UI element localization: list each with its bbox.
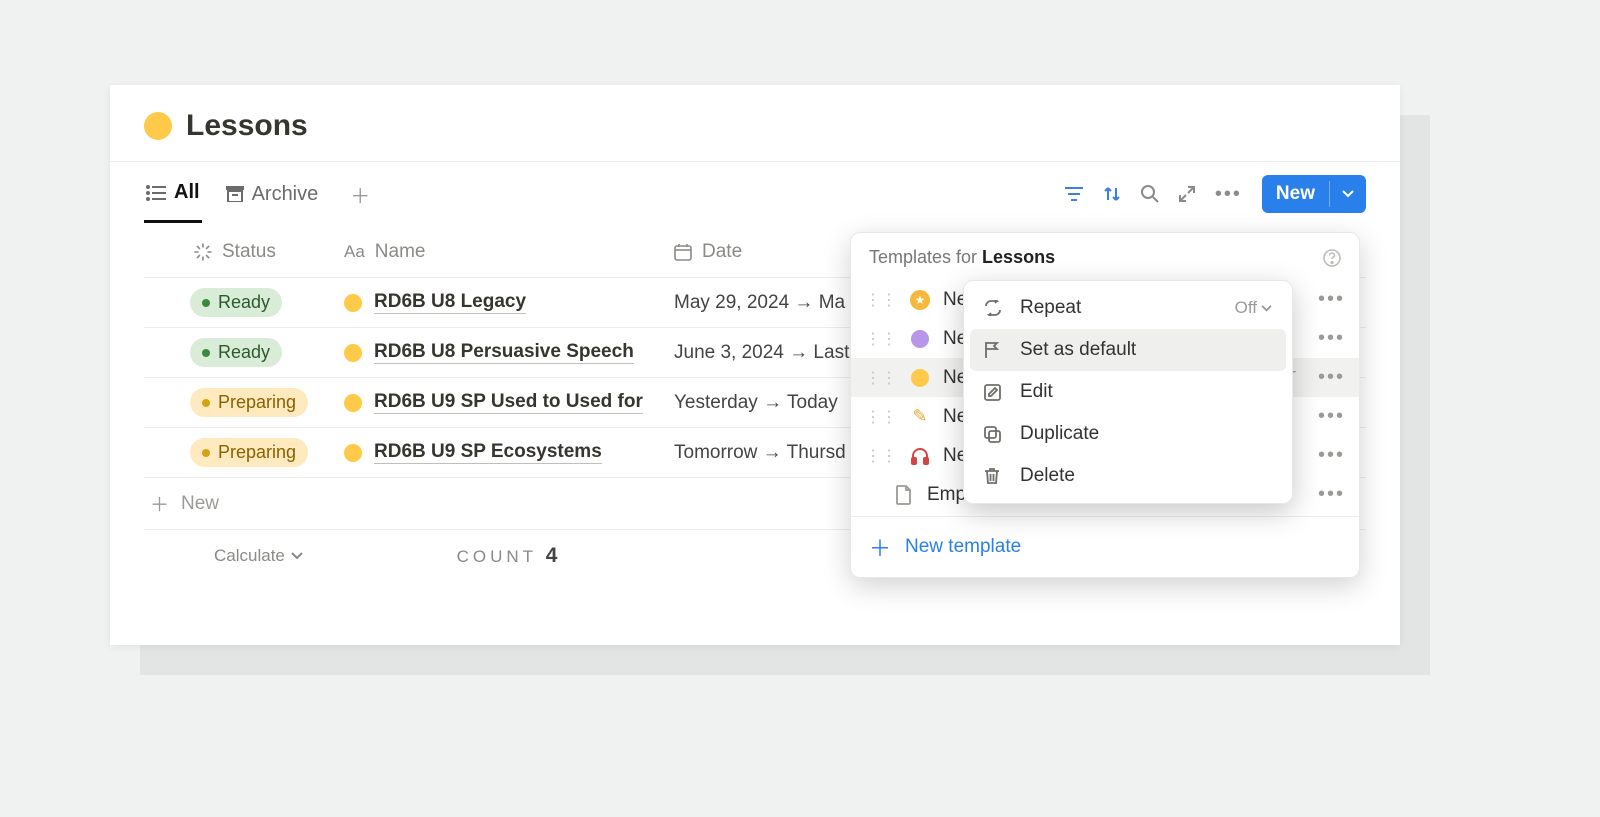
column-name-label[interactable]: Name: [375, 241, 426, 263]
more-icon[interactable]: •••: [1318, 444, 1345, 467]
tab-label: Archive: [252, 183, 319, 206]
context-set-default[interactable]: Set as default: [970, 329, 1286, 371]
calendar-icon: [674, 243, 692, 261]
name-cell[interactable]: RD6B U9 SP Used to Used for: [344, 391, 674, 414]
more-icon[interactable]: •••: [1318, 366, 1345, 389]
status-badge[interactable]: Ready: [190, 338, 282, 367]
new-template-button[interactable]: ＋ New template: [851, 516, 1359, 577]
context-duplicate[interactable]: Duplicate: [970, 413, 1286, 455]
tab-archive[interactable]: Archive: [224, 167, 321, 222]
templates-popup-header: Templates for Lessons: [851, 233, 1359, 278]
context-repeat[interactable]: Repeat Off: [970, 287, 1286, 329]
template-context-menu: Repeat Off Set as default Edit Duplicate…: [963, 280, 1293, 504]
duplicate-icon: [984, 426, 1004, 443]
new-button-label: New: [1262, 175, 1329, 213]
file-icon: [896, 485, 912, 505]
yellow-dot-icon: [911, 369, 929, 387]
page-icon[interactable]: [144, 112, 172, 140]
more-icon[interactable]: •••: [1318, 405, 1345, 428]
help-icon[interactable]: [1323, 249, 1341, 267]
context-delete[interactable]: Delete: [970, 455, 1286, 497]
new-button[interactable]: New: [1262, 175, 1366, 213]
page-dot-icon: [344, 344, 362, 362]
new-button-caret[interactable]: [1329, 181, 1366, 207]
plus-icon: ＋: [869, 531, 891, 563]
page-title[interactable]: Lessons: [186, 109, 308, 143]
sort-icon[interactable]: [1103, 185, 1121, 203]
more-icon[interactable]: •••: [1318, 327, 1345, 350]
edit-icon: [984, 384, 1004, 401]
list-icon: [146, 185, 166, 201]
repeat-value: Off: [1235, 298, 1272, 318]
page-dot-icon: [344, 294, 362, 312]
calculate-menu[interactable]: Calculate: [214, 544, 344, 568]
tab-label: All: [174, 181, 200, 204]
search-icon[interactable]: [1141, 185, 1159, 203]
text-icon: Aa: [344, 242, 365, 262]
drag-handle-icon[interactable]: ⋮⋮: [865, 329, 897, 349]
drag-handle-icon[interactable]: ⋮⋮: [865, 290, 897, 310]
add-view-button[interactable]: ＋: [342, 172, 378, 217]
status-badge[interactable]: Preparing: [190, 388, 308, 417]
new-row-label: New: [181, 493, 219, 515]
drag-handle-icon[interactable]: ⋮⋮: [865, 368, 897, 388]
more-icon[interactable]: •••: [1318, 288, 1345, 311]
column-date-label[interactable]: Date: [702, 241, 742, 263]
name-cell[interactable]: RD6B U8 Persuasive Speech: [344, 341, 674, 364]
page-header: Lessons: [110, 85, 1400, 162]
chevron-down-icon: [291, 551, 303, 561]
loading-icon: [194, 243, 212, 261]
drag-handle-icon[interactable]: ⋮⋮: [865, 407, 897, 427]
name-cell[interactable]: RD6B U9 SP Ecosystems: [344, 441, 674, 464]
tabbar: All Archive ＋ •••: [110, 162, 1400, 226]
drag-handle-icon[interactable]: ⋮⋮: [865, 446, 897, 466]
repeat-icon: [984, 300, 1004, 316]
page-dot-icon: [344, 444, 362, 462]
flag-icon: [984, 341, 1004, 359]
purple-dot-icon: [911, 330, 929, 348]
trash-icon: [984, 467, 1004, 485]
more-icon[interactable]: •••: [1318, 483, 1345, 506]
toolbar: ••• New: [1065, 175, 1366, 213]
status-badge[interactable]: Ready: [190, 288, 282, 317]
pencil-icon: ✎: [912, 406, 927, 427]
filter-icon[interactable]: [1065, 186, 1083, 202]
expand-icon[interactable]: [1179, 186, 1195, 202]
count-display: COUNT 4: [344, 544, 674, 568]
more-icon[interactable]: •••: [1215, 183, 1242, 206]
tab-all[interactable]: All: [144, 165, 202, 223]
status-badge[interactable]: Preparing: [190, 438, 308, 467]
headphones-icon: [911, 447, 929, 465]
context-edit[interactable]: Edit: [970, 371, 1286, 413]
page-dot-icon: [344, 394, 362, 412]
star-icon: ★: [910, 290, 930, 310]
column-status-label[interactable]: Status: [222, 241, 276, 263]
name-cell[interactable]: RD6B U8 Legacy: [344, 291, 674, 314]
archive-icon: [226, 186, 244, 202]
plus-icon: ＋: [150, 490, 169, 517]
